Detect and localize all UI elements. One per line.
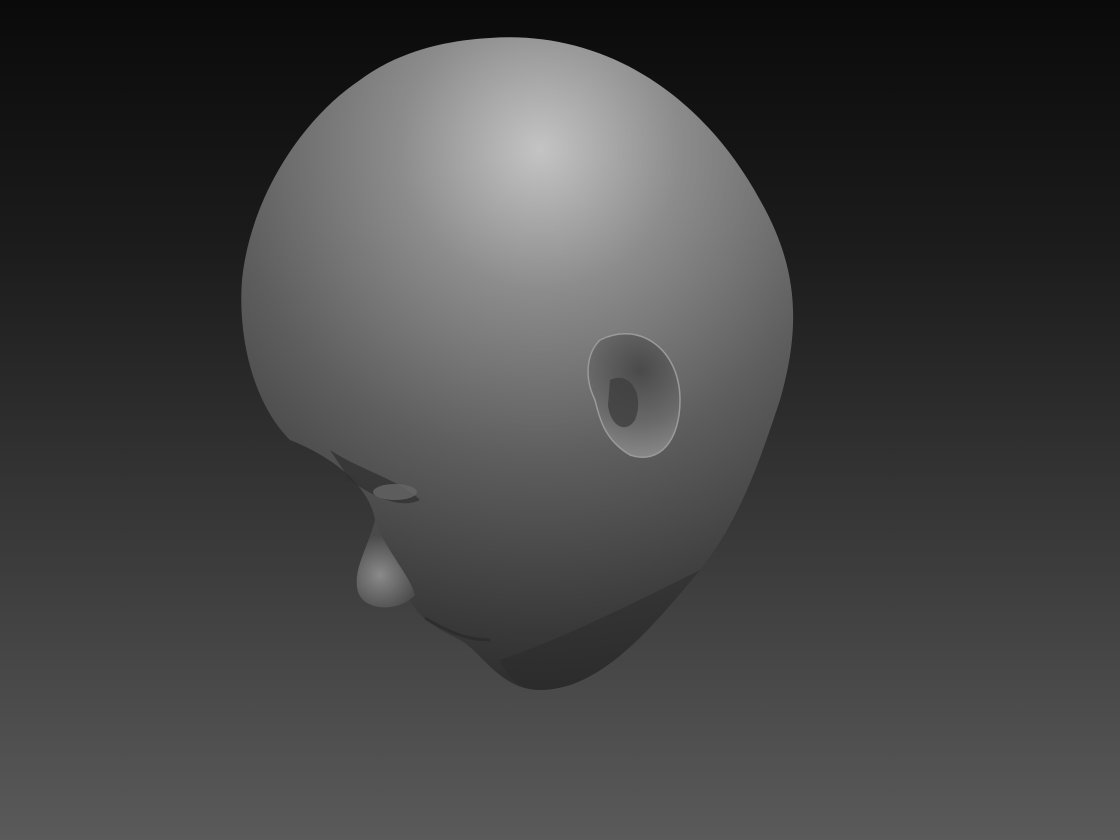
sculpt-render xyxy=(241,37,794,691)
eyelid xyxy=(373,484,417,500)
3d-viewport[interactable] xyxy=(0,0,1120,840)
head xyxy=(241,37,794,691)
